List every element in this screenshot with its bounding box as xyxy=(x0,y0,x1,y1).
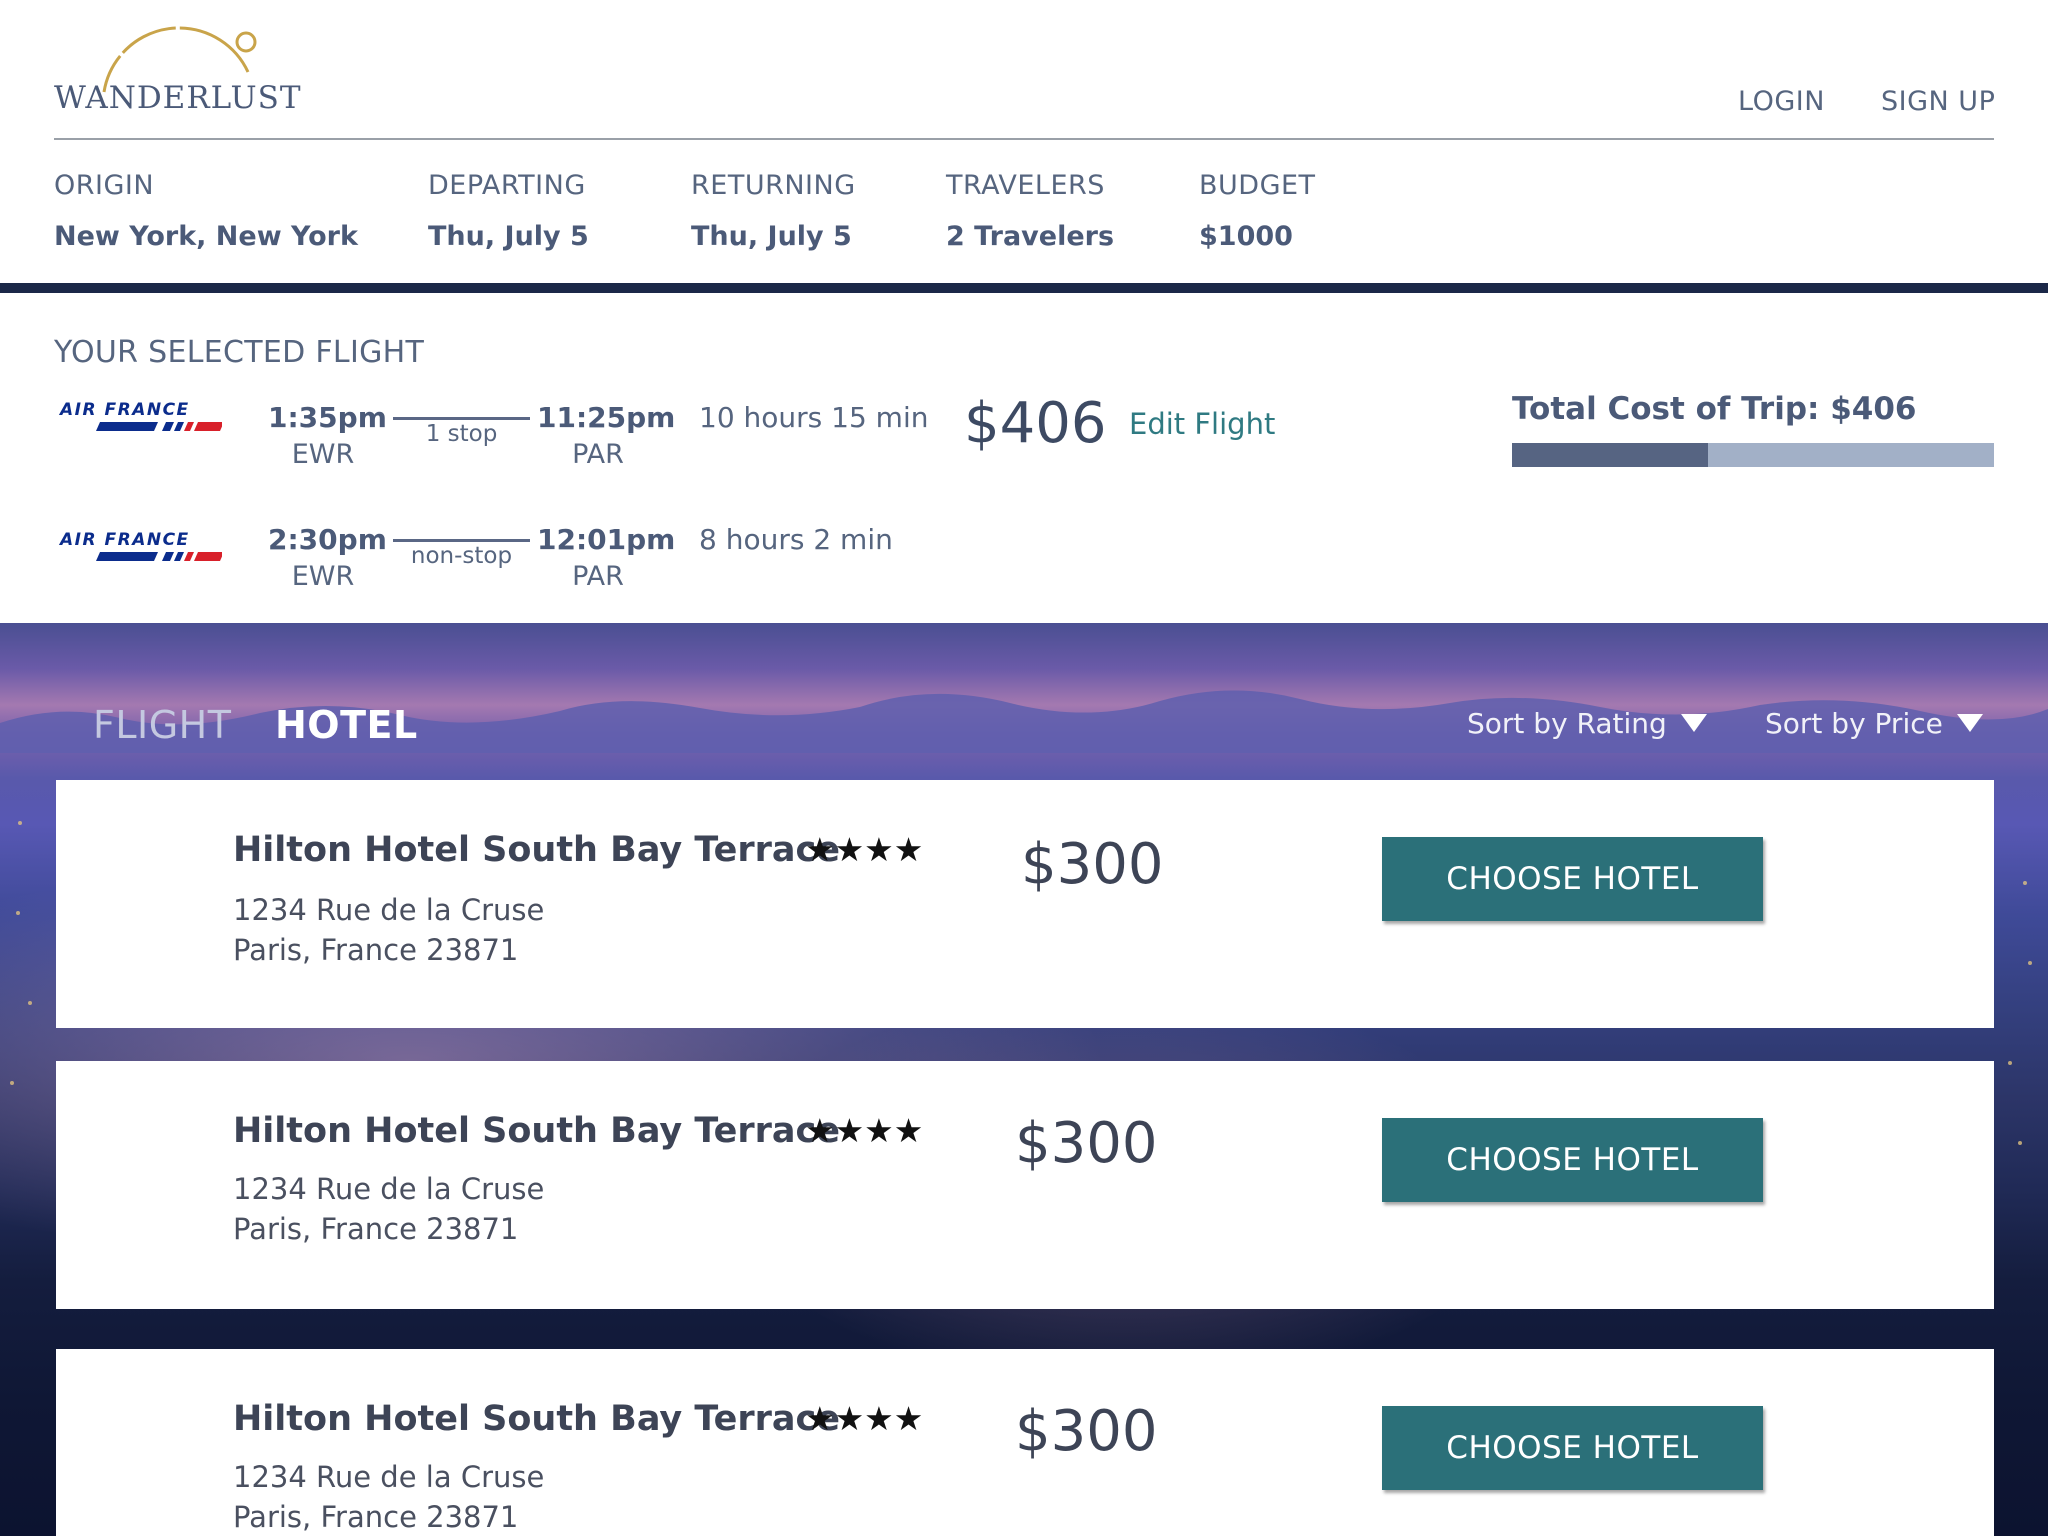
budget-value[interactable]: $1000 xyxy=(1199,221,1316,252)
leg1-route-line xyxy=(393,417,530,420)
signup-link[interactable]: SIGN UP xyxy=(1881,86,1995,117)
leg1-stops: 1 stop xyxy=(425,421,498,447)
leg1-depart-time: 1:35pm xyxy=(268,401,387,434)
choose-hotel-button[interactable]: CHOOSE HOTEL xyxy=(1382,1406,1763,1490)
choose-hotel-button[interactable]: CHOOSE HOTEL xyxy=(1382,837,1763,921)
returning-value[interactable]: Thu, July 5 xyxy=(691,221,856,252)
air-france-stripes-icon xyxy=(96,552,222,561)
leg2-depart-time: 2:30pm xyxy=(268,523,387,556)
leg1-depart-code: EWR xyxy=(291,439,355,470)
hotel-name[interactable]: Hilton Hotel South Bay Terrace xyxy=(233,1399,840,1439)
star-icon: ★★★★ xyxy=(805,1399,924,1438)
selected-flight-section: YOUR SELECTED FLIGHT AIR FRANCE 1:35pm E… xyxy=(0,293,2048,623)
hotel-name[interactable]: Hilton Hotel South Bay Terrace xyxy=(233,830,840,870)
flight-price: $406 xyxy=(964,391,1107,456)
hotel-price: $300 xyxy=(1015,1399,1158,1464)
leg2-arrive-time: 12:01pm xyxy=(537,523,676,556)
star-icon: ★★★★ xyxy=(805,1111,924,1150)
departing-field[interactable]: DEPARTING Thu, July 5 xyxy=(428,170,589,252)
leg2-duration: 8 hours 2 min xyxy=(699,523,893,556)
budget-progress-fill xyxy=(1512,443,1708,467)
hotel-address-line1: 1234 Rue de la Cruse xyxy=(233,893,545,927)
air-france-logo: AIR FRANCE xyxy=(56,400,226,436)
returning-label: RETURNING xyxy=(691,170,856,201)
header-divider xyxy=(54,138,1994,140)
selected-flight-title: YOUR SELECTED FLIGHT xyxy=(54,335,425,370)
triangle-down-icon xyxy=(1956,714,1983,732)
login-link[interactable]: LOGIN xyxy=(1738,86,1825,117)
header: WANDERLUST LOGIN SIGN UP ORIGIN New York… xyxy=(0,0,2048,284)
origin-label: ORIGIN xyxy=(54,170,155,201)
sort-by-rating-label: Sort by Rating xyxy=(1467,707,1667,740)
origin-value[interactable]: New York, New York xyxy=(54,221,358,252)
hotel-address-line2: Paris, France 23871 xyxy=(233,1212,519,1246)
hotel-results-section: FLIGHT HOTEL Sort by Rating Sort by Pric… xyxy=(0,623,2048,1536)
leg2-route-line xyxy=(393,539,530,542)
triangle-down-icon xyxy=(1680,714,1707,732)
total-cost-label: Total Cost of Trip: $406 xyxy=(1512,391,1917,427)
budget-field[interactable]: BUDGET $1000 xyxy=(1199,170,1316,252)
budget-progress-bar xyxy=(1512,443,1994,467)
leg2-arrive-code: PAR xyxy=(572,561,624,592)
header-band xyxy=(0,283,2048,293)
returning-field[interactable]: RETURNING Thu, July 5 xyxy=(691,170,856,252)
hotel-card: Hilton Hotel South Bay Terrace ★★★★ 1234… xyxy=(56,1349,1994,1536)
logo-text: WANDERLUST xyxy=(54,80,302,116)
tab-hotel[interactable]: HOTEL xyxy=(275,703,418,747)
hotel-address-line2: Paris, France 23871 xyxy=(233,1500,519,1534)
sort-by-price-label: Sort by Price xyxy=(1765,707,1943,740)
sort-by-rating-dropdown[interactable]: Sort by Rating xyxy=(1467,707,1707,740)
leg2-depart-code: EWR xyxy=(291,561,355,592)
budget-label: BUDGET xyxy=(1199,170,1316,201)
travelers-value[interactable]: 2 Travelers xyxy=(946,221,1114,252)
hotel-address-line2: Paris, France 23871 xyxy=(233,933,519,967)
hotel-name[interactable]: Hilton Hotel South Bay Terrace xyxy=(233,1111,840,1151)
leg1-arrive-code: PAR xyxy=(572,439,624,470)
tab-flight[interactable]: FLIGHT xyxy=(93,703,231,747)
hotel-price: $300 xyxy=(1015,1111,1158,1176)
hotel-address-line1: 1234 Rue de la Cruse xyxy=(233,1460,545,1494)
wanderlust-logo[interactable]: WANDERLUST xyxy=(54,20,304,120)
choose-hotel-button[interactable]: CHOOSE HOTEL xyxy=(1382,1118,1763,1202)
hotel-card: Hilton Hotel South Bay Terrace ★★★★ 1234… xyxy=(56,780,1994,1028)
leg1-arrive-time: 11:25pm xyxy=(537,401,676,434)
air-france-stripes-icon xyxy=(96,422,222,431)
edit-flight-link[interactable]: Edit Flight xyxy=(1129,407,1275,441)
leg2-stops: non-stop xyxy=(410,543,513,569)
star-icon: ★★★★ xyxy=(805,830,924,869)
travelers-field[interactable]: TRAVELERS 2 Travelers xyxy=(946,170,1114,252)
leg1-duration: 10 hours 15 min xyxy=(699,401,929,434)
air-france-logo: AIR FRANCE xyxy=(56,530,226,566)
origin-field[interactable]: ORIGIN New York, New York xyxy=(54,170,358,252)
hotel-price: $300 xyxy=(1021,832,1164,897)
hotel-card: Hilton Hotel South Bay Terrace ★★★★ 1234… xyxy=(56,1061,1994,1309)
departing-label: DEPARTING xyxy=(428,170,586,201)
hotel-address-line1: 1234 Rue de la Cruse xyxy=(233,1172,545,1206)
departing-value[interactable]: Thu, July 5 xyxy=(428,221,589,252)
travelers-label: TRAVELERS xyxy=(946,170,1105,201)
sort-by-price-dropdown[interactable]: Sort by Price xyxy=(1765,707,1983,740)
